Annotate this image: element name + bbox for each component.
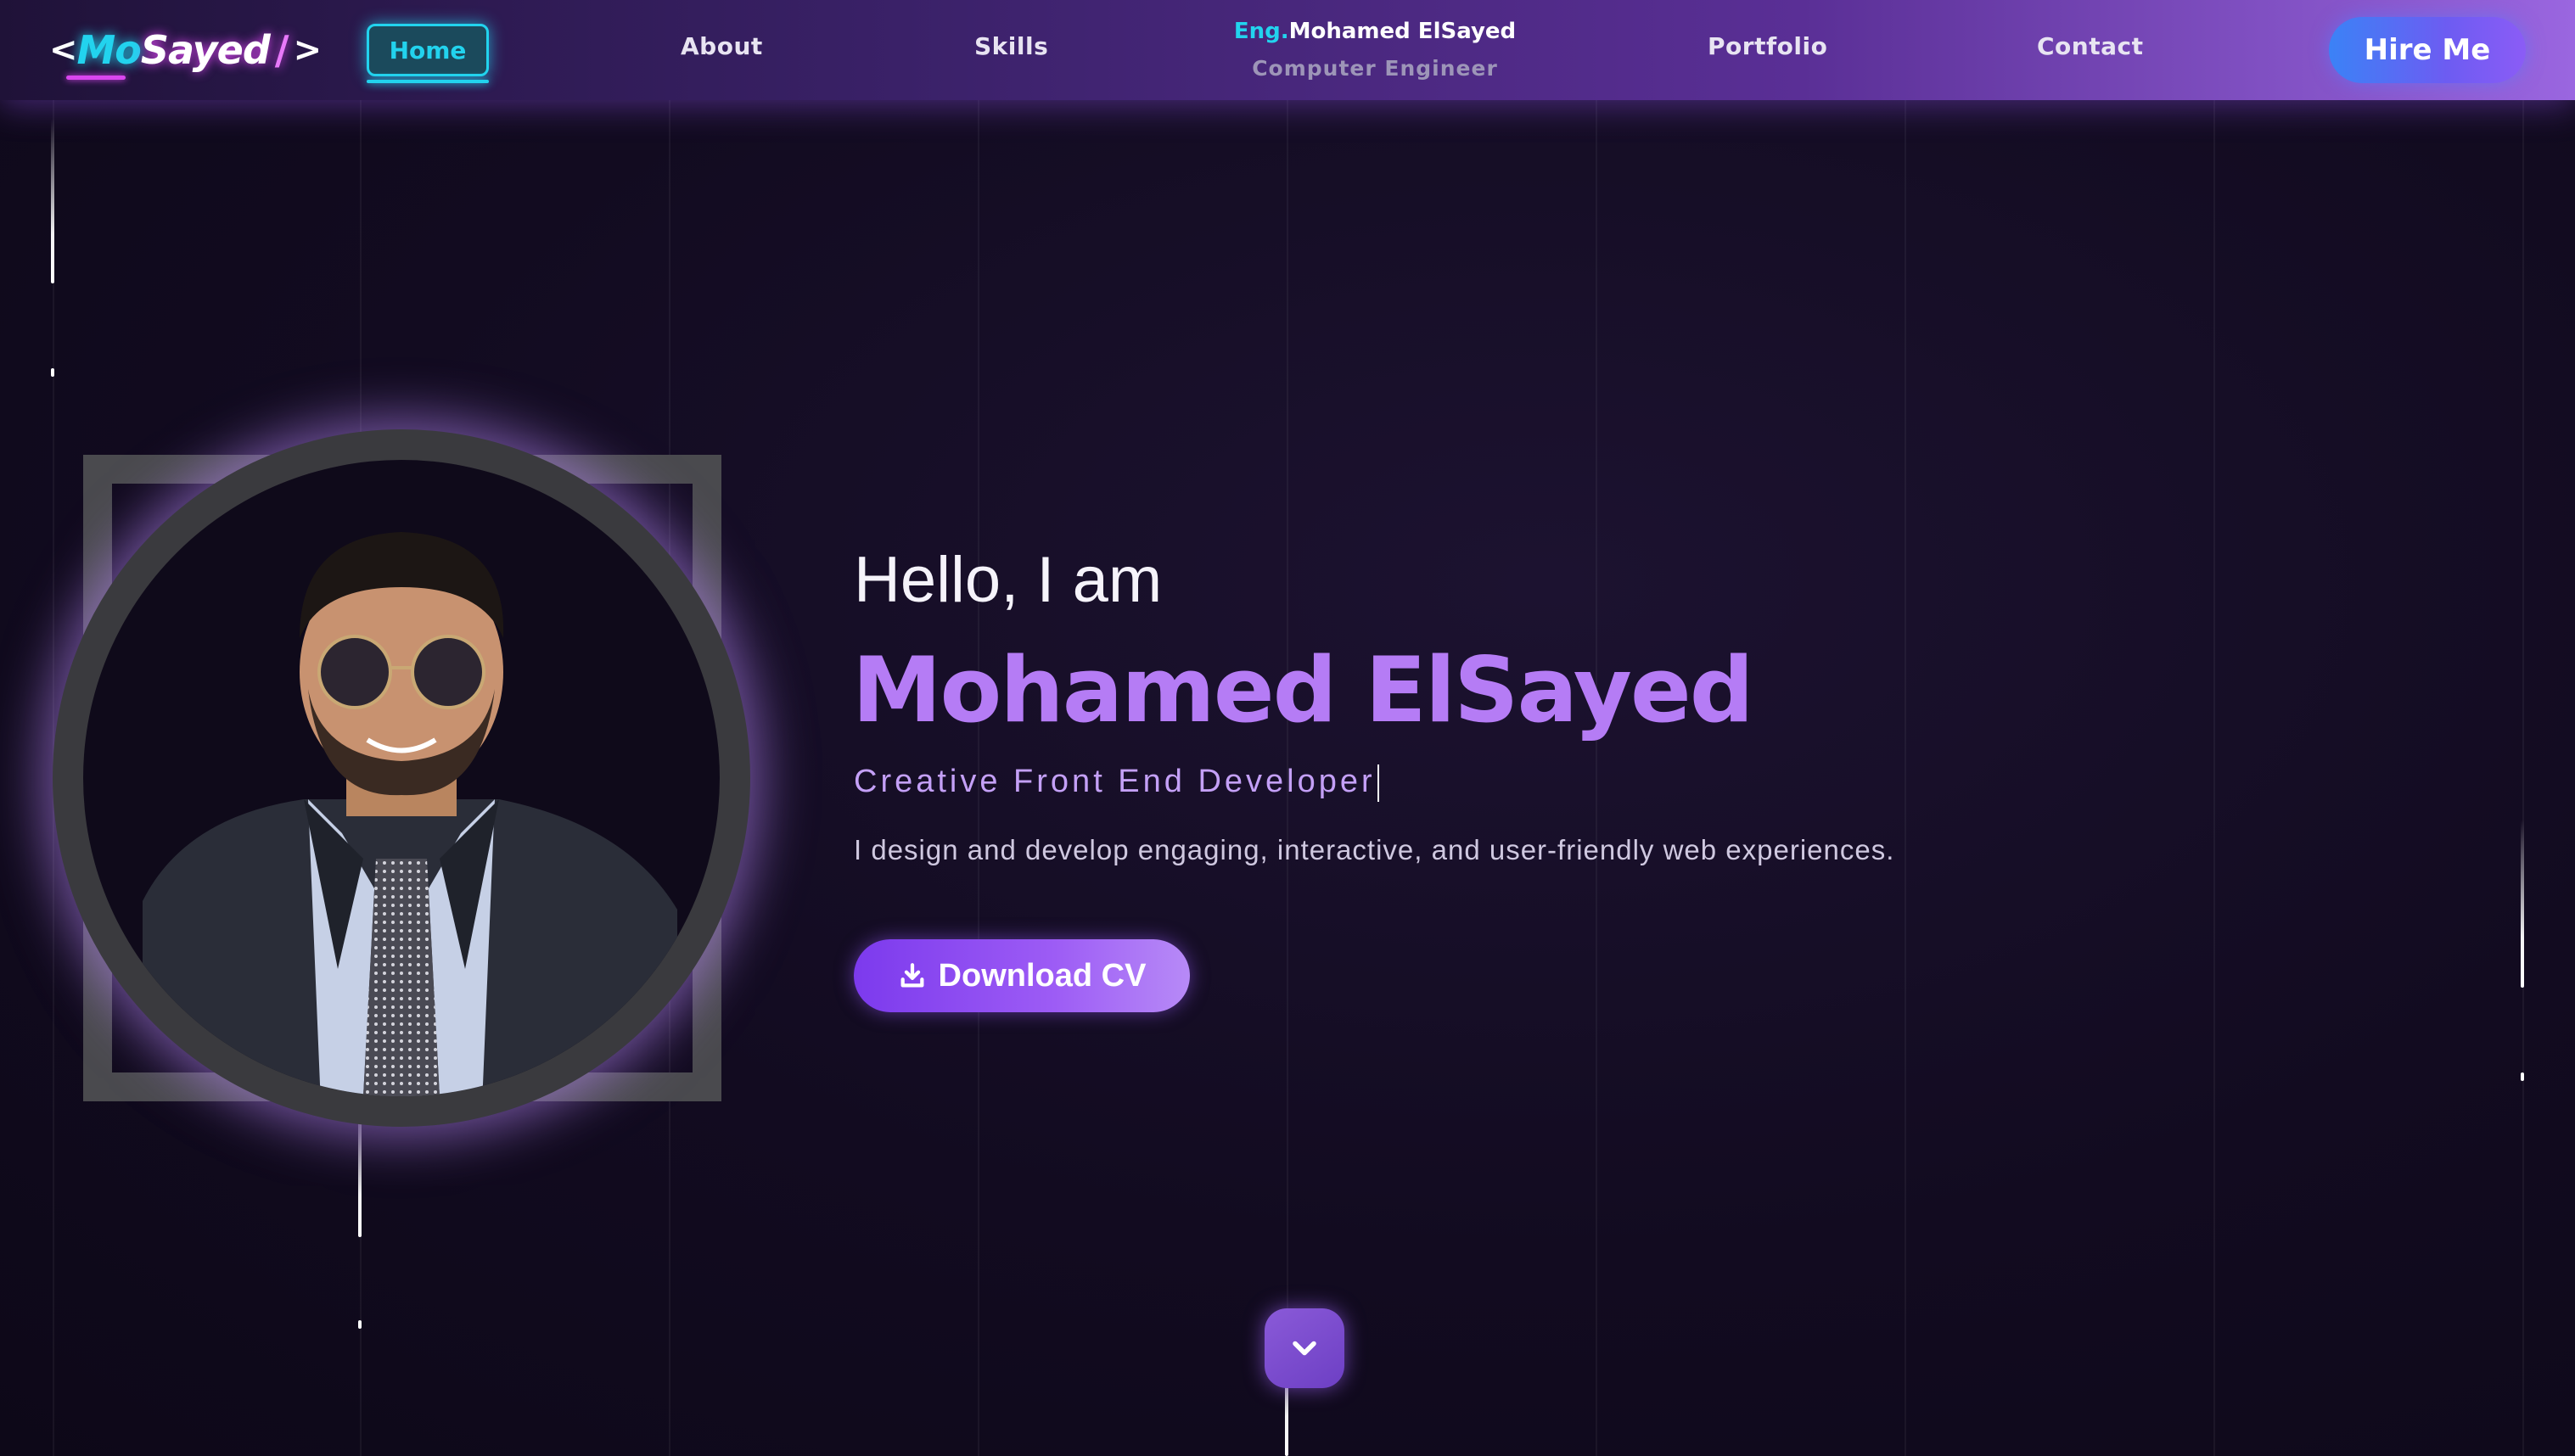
navbar-identity: Eng.Mohamed ElSayed Computer Engineer <box>1154 19 1596 81</box>
nav-link-contact[interactable]: Contact <box>2037 32 2143 60</box>
scroll-down-button[interactable] <box>1265 1308 1344 1388</box>
logo-bracket-close: > <box>293 31 323 70</box>
hero-role: Creative Front End Developer <box>854 764 1379 802</box>
logo-sayed: Sayed <box>140 27 271 73</box>
profile-photo <box>83 460 720 1096</box>
identity-name: Mohamed ElSayed <box>1288 19 1517 44</box>
nav-link-portfolio[interactable]: Portfolio <box>1708 32 1827 60</box>
logo-underline <box>66 76 126 80</box>
grid-line <box>1905 100 1906 1456</box>
light-dot <box>51 368 54 377</box>
nav-link-home[interactable]: Home <box>367 24 489 76</box>
nav-link-about[interactable]: About <box>681 32 763 60</box>
identity-line: Eng.Mohamed ElSayed <box>1154 19 1596 44</box>
nav-link-skills[interactable]: Skills <box>974 32 1048 60</box>
download-cv-label: Download CV <box>938 957 1147 994</box>
grid-line <box>2213 100 2215 1456</box>
typing-caret <box>1377 764 1379 802</box>
hire-me-button[interactable]: Hire Me <box>2329 17 2526 83</box>
navbar: < Mo Sayed / > Home About Skills Eng.Moh… <box>0 0 2575 100</box>
light-beam <box>2521 820 2524 988</box>
light-dot <box>358 1320 362 1329</box>
avatar <box>143 532 677 1096</box>
identity-prefix: Eng. <box>1233 19 1289 44</box>
light-dot <box>2521 1072 2524 1081</box>
light-beam <box>51 119 54 283</box>
download-cv-button[interactable]: Download CV <box>854 939 1190 1012</box>
grid-line <box>1596 100 1597 1456</box>
identity-title: Computer Engineer <box>1252 56 1498 81</box>
grid-line <box>2522 100 2524 1456</box>
greeting: Hello, I am <box>854 544 1163 616</box>
role-text: Creative Front End Developer <box>854 764 1376 799</box>
active-indicator <box>367 80 489 83</box>
logo-bracket-open: < <box>49 31 78 70</box>
hero-name: Mohamed ElSayed <box>852 638 1754 742</box>
logo[interactable]: < Mo Sayed / > <box>49 22 323 80</box>
logo-mo: Mo <box>76 27 142 73</box>
hero-description: I design and develop engaging, interacti… <box>854 834 1895 865</box>
download-icon <box>900 963 924 988</box>
logo-slash: / <box>274 27 289 73</box>
chevron-down-icon <box>1293 1341 1316 1356</box>
